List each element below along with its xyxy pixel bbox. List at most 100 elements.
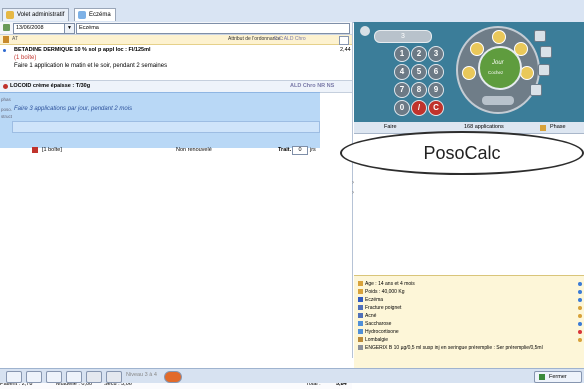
dial-label: Jour xyxy=(492,60,504,66)
window-icon[interactable] xyxy=(46,371,62,383)
search-icon[interactable] xyxy=(26,371,42,383)
clock-icon[interactable] xyxy=(534,30,546,42)
weight-icon xyxy=(358,289,363,295)
digit-1-button[interactable]: 1 xyxy=(394,46,410,62)
patient-icon[interactable] xyxy=(3,24,10,31)
drug-instructions: Faire 1 application le matin et le soir,… xyxy=(14,63,168,69)
dial-nav-icon[interactable] xyxy=(482,96,514,105)
renewal-status[interactable]: Non renouvelé xyxy=(176,145,212,155)
digit-7-button[interactable]: 7 xyxy=(394,82,410,98)
tab-eczema[interactable]: Eczéma xyxy=(74,8,116,21)
bullet-icon xyxy=(3,49,6,52)
diagnosis-field[interactable]: Eczéma xyxy=(76,23,350,34)
locoid-quantity-row: [1 boîte] Non renouvelé Trait. 0 jrs xyxy=(8,145,320,155)
trait-label: Trait. xyxy=(278,147,292,153)
digit-2-button[interactable]: 2 xyxy=(411,46,427,62)
syringe-icon xyxy=(358,345,363,351)
trait-input[interactable]: 0 xyxy=(292,146,308,155)
posology-label: poso. xyxy=(1,107,13,112)
person-icon xyxy=(6,11,14,19)
info-item[interactable]: Hydrocortisone xyxy=(358,329,582,336)
help-icon[interactable] xyxy=(66,371,82,383)
tab-volet-administratif[interactable]: Volet administratif xyxy=(2,8,70,21)
status-dot-icon xyxy=(578,314,582,318)
close-label: Fermer xyxy=(549,374,567,380)
status-dot-icon xyxy=(578,290,582,294)
calendar-icon[interactable] xyxy=(540,46,552,58)
status-dot-icon xyxy=(578,282,582,286)
plus-icon[interactable] xyxy=(540,125,546,131)
info-item[interactable]: Age : 14 ans et 4 mois xyxy=(358,281,582,288)
prescription-toolbar: 13/06/2008 ▼ Eczéma xyxy=(0,22,352,35)
posology-text[interactable]: Faire 3 applications par jour, pendant 2… xyxy=(14,106,132,112)
drug-name: LOCOID crème épaisse : T/30g xyxy=(10,83,91,89)
remove-icon[interactable] xyxy=(3,84,8,89)
info-item[interactable]: Lombalgie xyxy=(358,337,582,344)
digit-9-button[interactable]: 9 xyxy=(428,82,444,98)
pin-icon xyxy=(3,36,9,43)
posology-box[interactable]: phas poso. struct Faire 3 applications p… xyxy=(0,92,320,148)
person-icon xyxy=(358,281,363,287)
dial-knob-icon[interactable] xyxy=(492,30,506,44)
info-item[interactable]: Fracture poignet xyxy=(358,305,582,312)
digit-3-button[interactable]: 3 xyxy=(428,46,444,62)
month-icon[interactable] xyxy=(530,84,542,96)
instructions-label: struct xyxy=(1,114,13,119)
tab-phase[interactable]: Phase xyxy=(550,122,566,133)
digit-4-button[interactable]: 4 xyxy=(394,64,410,80)
info-item[interactable]: Acné xyxy=(358,313,582,320)
date-dropdown-chevron-icon[interactable]: ▼ xyxy=(64,23,75,34)
tab-label: Eczéma xyxy=(89,12,111,18)
box-count[interactable]: [1 boîte] xyxy=(42,145,62,155)
delete-icon[interactable] xyxy=(32,147,38,153)
check-icon xyxy=(539,374,545,380)
status-dot-icon xyxy=(578,330,582,334)
instructions-input[interactable] xyxy=(12,121,320,133)
info-item[interactable]: Saccharose xyxy=(358,321,582,328)
digit-0-button[interactable]: 0 xyxy=(394,100,410,116)
date-field[interactable]: 13/06/2008 xyxy=(13,23,67,34)
digit-8-button[interactable]: 8 xyxy=(411,82,427,98)
prescription-panel: 13/06/2008 ▼ Eczéma AT Attribut de l'ord… xyxy=(0,22,353,389)
info-item[interactable]: Eczéma xyxy=(358,297,582,304)
dosage-dial[interactable]: Jour Cochez xyxy=(456,26,540,114)
slash-button[interactable]: / xyxy=(411,100,427,116)
prescription-item-betadine[interactable]: BETADINE DERMIQUE 10 % sol p appl loc : … xyxy=(0,45,352,85)
status-dot-icon xyxy=(578,338,582,342)
prescription-header-row: AT Attribut de l'ordonnance : D.C ALD Ch… xyxy=(0,35,352,45)
status-dot-icon xyxy=(578,322,582,326)
dial-knob-icon[interactable] xyxy=(520,66,534,80)
back-icon[interactable] xyxy=(360,26,370,36)
status-dot-icon xyxy=(578,306,582,310)
attribut-flags[interactable]: D.C ALD Chro xyxy=(274,35,306,44)
trait-unit: jrs xyxy=(310,147,316,153)
at-label: AT xyxy=(12,36,19,42)
schedule-icon[interactable] xyxy=(538,64,550,76)
close-button[interactable]: Fermer xyxy=(534,371,582,383)
status-globe-icon[interactable] xyxy=(164,371,182,383)
drug-flags[interactable]: ALD Chro NR NS xyxy=(290,81,334,92)
niveau-label[interactable]: Niveau 3 à 4 xyxy=(126,372,157,378)
calendar-icon[interactable] xyxy=(339,36,349,45)
digit-5-button[interactable]: 5 xyxy=(411,64,427,80)
chart-icon[interactable] xyxy=(6,371,22,383)
digit-6-button[interactable]: 6 xyxy=(428,64,444,80)
grid-icon xyxy=(358,305,363,311)
dial-sub-label: Cochez xyxy=(488,70,504,75)
info-item[interactable]: ENGERIX B 10 µg/0,5 ml susp inj en serin… xyxy=(358,345,580,352)
phase-label: phas xyxy=(1,97,11,102)
dial-center[interactable]: Jour Cochez xyxy=(478,46,522,90)
pen-icon xyxy=(358,337,363,343)
export-icon[interactable] xyxy=(106,371,122,383)
info-item[interactable]: Poids : 40,000 Kg xyxy=(358,289,582,296)
dial-knob-icon[interactable] xyxy=(462,66,476,80)
drug-quantity: (1 boîte) xyxy=(14,55,37,61)
posocalc-label: PosoCalc xyxy=(340,131,584,175)
bottom-toolbar: Niveau 3 à 4 Fermer xyxy=(0,368,584,383)
status-dot-icon xyxy=(578,298,582,302)
tab-faire[interactable]: Faire xyxy=(384,122,397,133)
posocalc-panel: 3 1 2 3 4 5 6 7 8 9 0 / C Jour Cochez Fa… xyxy=(354,22,584,369)
print-icon[interactable] xyxy=(86,371,102,383)
grid-icon xyxy=(358,313,363,319)
clear-button[interactable]: C xyxy=(428,100,444,116)
